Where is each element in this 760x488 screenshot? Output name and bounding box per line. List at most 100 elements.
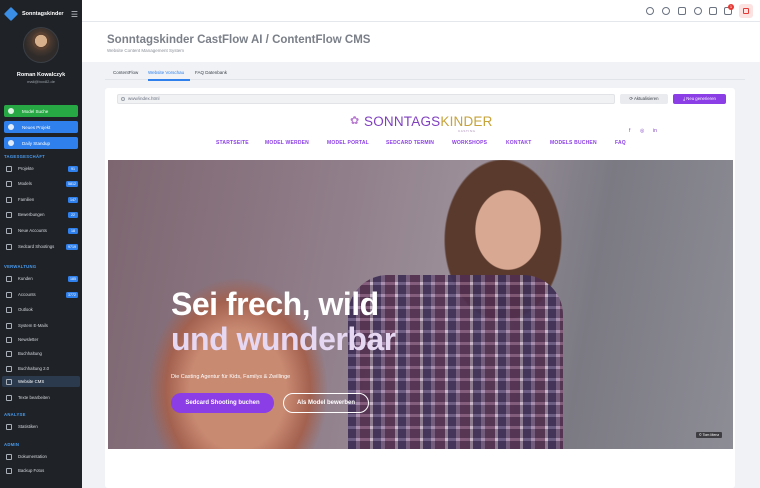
daily-standup-label: Daily Standup xyxy=(22,140,51,146)
instagram-icon[interactable]: ◎ xyxy=(640,128,644,134)
hero-headline-line2: und wunderbar xyxy=(171,321,396,357)
calendar-icon xyxy=(8,140,14,146)
new-project-button[interactable]: Neues Projekt xyxy=(4,121,78,133)
sidebar-item-models[interactable]: Models 5812 xyxy=(2,178,80,189)
sidebar-item-bewerbungen[interactable]: Bewerbungen 22 xyxy=(2,209,80,220)
refresh-button[interactable]: ⟳ Aktualisieren xyxy=(620,94,668,104)
site-nav-model-portal[interactable]: MODEL PORTAL xyxy=(327,140,369,146)
chart-icon xyxy=(6,423,12,430)
sidebar-item-texte-bearbeiten[interactable]: Texte bearbeiten xyxy=(2,392,80,403)
logo-mark-icon: ✿ xyxy=(350,115,360,127)
count-badge: 5812 xyxy=(66,180,78,187)
sidebar-item-statistiken[interactable]: Statistiken xyxy=(2,421,80,432)
backup-icon xyxy=(6,467,12,474)
section-title-admin: ADMIN xyxy=(4,442,20,447)
notification-badge: 1 xyxy=(728,4,734,10)
sidebar-item-label: Website CMS xyxy=(18,379,45,384)
plus-icon xyxy=(8,124,14,130)
avatar[interactable] xyxy=(23,27,59,63)
sidebar-item-backup-fotos[interactable]: Backup Fotos xyxy=(2,465,80,476)
model-search-label: Model Suche xyxy=(22,108,49,114)
tab-website-vorschau[interactable]: Website Vorschau xyxy=(148,70,184,75)
sidebar-item-label: Statistiken xyxy=(18,424,38,429)
sidebar: Sonntagskinder ☰ Roman Kowalczyk mail@bo… xyxy=(0,0,82,488)
globe-icon xyxy=(6,378,12,385)
hamburger-menu-icon[interactable]: ☰ xyxy=(71,10,78,19)
sidebar-item-label: Accounts xyxy=(18,292,36,297)
page-title: Sonntagskinder CastFlow AI / ContentFlow… xyxy=(107,34,371,46)
daily-standup-button[interactable]: Daily Standup xyxy=(4,137,78,149)
site-nav-models-buchen[interactable]: MODELS BUCHEN xyxy=(550,140,597,146)
linkedin-icon[interactable]: in xyxy=(653,128,657,134)
sidebar-item-website-cms[interactable]: Website CMS xyxy=(2,376,80,387)
tab-bar: ContentFlow Website Vorschau FAQ Datenba… xyxy=(105,66,745,81)
site-nav: STARTSEITE MODEL WERDEN MODEL PORTAL SED… xyxy=(105,139,735,149)
sidebar-item-newsletter[interactable]: Newsletter xyxy=(2,334,80,345)
count-badge: 18 xyxy=(68,227,78,234)
gear-icon[interactable] xyxy=(662,7,670,15)
sidebar-item-outlook[interactable]: Outlook xyxy=(2,304,80,315)
facebook-icon[interactable]: f xyxy=(629,128,630,134)
tab-faq-datenbank[interactable]: FAQ Datenbank xyxy=(195,70,227,75)
url-field[interactable]: www/index.html xyxy=(117,94,615,104)
sidebar-item-kunden[interactable]: Kunden 185 xyxy=(2,273,80,284)
model-search-button[interactable]: Model Suche xyxy=(4,105,78,117)
site-nav-startseite[interactable]: STARTSEITE xyxy=(216,140,249,146)
app-root: Sonntagskinder ☰ Roman Kowalczyk mail@bo… xyxy=(0,0,760,488)
sidebar-item-familien[interactable]: Familien 147 xyxy=(2,194,80,205)
brand-logo-icon xyxy=(3,6,19,22)
site-nav-kontakt[interactable]: KONTAKT xyxy=(506,140,531,146)
sidebar-item-neue-accounts[interactable]: Neue Accounts 18 xyxy=(2,225,80,236)
sidebar-item-label: Buchhaltung xyxy=(18,351,42,356)
mail-icon xyxy=(6,322,12,329)
sidebar-item-label: Kunden xyxy=(18,276,33,281)
sidebar-item-sedcard-shootings[interactable]: Sedcard Shootings 9719 xyxy=(2,241,80,252)
sidebar-item-projekte[interactable]: Projekte 91 xyxy=(2,163,80,174)
ledger-icon xyxy=(6,365,12,372)
sidebar-item-accounts[interactable]: Accounts 3772 xyxy=(2,289,80,300)
sidebar-item-label: System E-Mails xyxy=(18,323,48,328)
family-icon xyxy=(6,196,12,203)
url-text: www/index.html xyxy=(128,96,160,101)
briefcase-icon xyxy=(6,165,12,172)
site-nav-workshops[interactable]: WORKSHOPS xyxy=(452,140,487,146)
page-subtitle: Website Content Management System xyxy=(107,48,184,53)
active-tab-indicator xyxy=(148,79,190,81)
sidebar-item-system-emails[interactable]: System E-Mails xyxy=(2,320,80,331)
site-nav-faq[interactable]: FAQ xyxy=(615,140,626,146)
sidebar-item-buchhaltung[interactable]: Buchhaltung xyxy=(2,348,80,359)
section-title-verwaltung: VERWALTUNG xyxy=(4,264,37,269)
clock-icon[interactable] xyxy=(646,7,654,15)
regenerate-button[interactable]: ⤓ Neu generieren xyxy=(673,94,726,104)
search-icon[interactable] xyxy=(694,7,702,15)
sidebar-item-label: Outlook xyxy=(18,307,33,312)
site-nav-sedcard-termin[interactable]: SEDCARD TERMIN xyxy=(386,140,434,146)
logo-tagline: CASTING xyxy=(458,129,476,133)
sidebar-item-dokumentation[interactable]: Dokumentation xyxy=(2,451,80,462)
fullscreen-icon[interactable] xyxy=(709,7,717,15)
hero-photo-shirt-overlay xyxy=(348,275,563,449)
sedcard-shooting-button[interactable]: Sedcard Shooting buchen xyxy=(171,393,274,413)
count-badge: 185 xyxy=(68,275,78,282)
logo-wordmark: SONNTAGSKINDER xyxy=(364,114,493,129)
hero-headline-line1: Sei frech, wild xyxy=(171,286,379,322)
ledger-icon xyxy=(6,350,12,357)
search-icon xyxy=(8,108,14,114)
site-nav-model-werden[interactable]: MODEL WERDEN xyxy=(265,140,309,146)
site-logo[interactable]: ✿ SONNTAGSKINDER CASTING xyxy=(350,113,495,133)
model-apply-button[interactable]: Als Model bewerben xyxy=(283,393,369,413)
sidebar-item-label: Projekte xyxy=(18,166,34,171)
tab-contentflow[interactable]: ContentFlow xyxy=(113,70,138,75)
section-title-tagesgeschaeft: TAGESGESCHÄFT xyxy=(4,154,46,159)
inbox-icon[interactable] xyxy=(678,7,686,15)
sidebar-item-label: Backup Fotos xyxy=(18,468,45,473)
page-header: Sonntagskinder CastFlow AI / ContentFlow… xyxy=(82,22,760,62)
logout-button[interactable] xyxy=(739,4,753,18)
website-preview-card: www/index.html ⟳ Aktualisieren ⤓ Neu gen… xyxy=(105,88,735,488)
sidebar-item-buchhaltung-2[interactable]: Buchhaltung 2.0 xyxy=(2,363,80,374)
count-badge: 3772 xyxy=(66,291,78,298)
hero-banner: Sei frech, wild und wunderbar Die Castin… xyxy=(108,160,733,449)
globe-icon xyxy=(121,97,125,101)
sidebar-item-label: Buchhaltung 2.0 xyxy=(18,366,50,371)
sidebar-item-label: Dokumentation xyxy=(18,454,47,459)
